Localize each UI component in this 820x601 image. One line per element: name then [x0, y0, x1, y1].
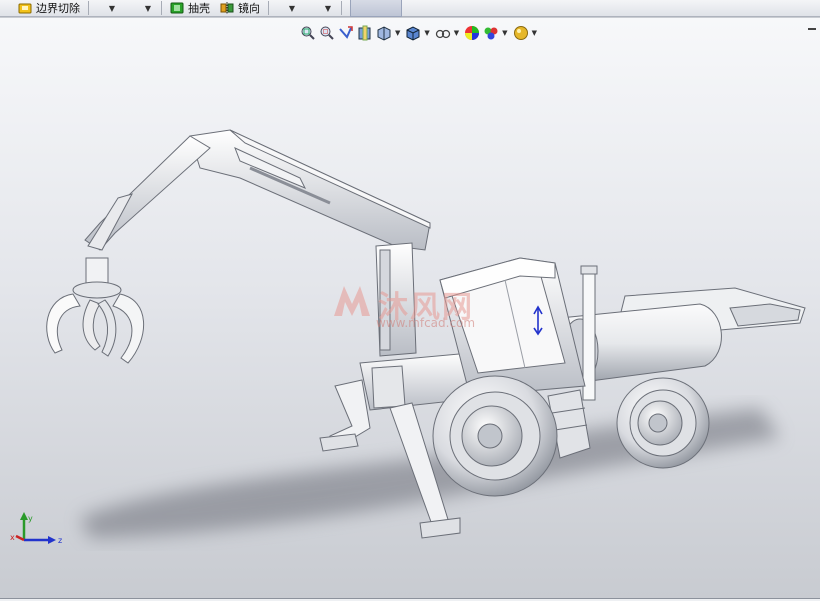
mirror-icon [220, 2, 234, 14]
chevron-down-icon[interactable]: ▼ [323, 4, 333, 13]
chevron-down-icon[interactable]: ▼ [287, 4, 297, 13]
chevron-down-icon[interactable]: ▼ [143, 4, 153, 13]
triad-z-label: z [58, 536, 62, 545]
toolbar-left-fragment [0, 0, 18, 17]
shell-label: 抽壳 [188, 2, 210, 15]
log-grapple [46, 257, 145, 364]
watermark-url: www.mfcad.com [376, 316, 476, 330]
watermark-logo-icon [334, 286, 370, 316]
shell-button[interactable]: 抽壳 [170, 0, 210, 17]
mirror-label: 镜向 [238, 2, 260, 15]
mirror-button[interactable]: 镜向 [220, 0, 260, 17]
watermark: 沐风网 www.mfcad.com [330, 280, 500, 340]
triad-y-label: y [28, 514, 33, 523]
boundary-cut-icon [18, 3, 32, 14]
reference-triad: y z x [10, 512, 62, 545]
front-wheel [432, 375, 558, 497]
chevron-down-icon[interactable]: ▼ [107, 4, 117, 13]
active-toolbar-tab[interactable] [350, 0, 402, 17]
command-toolbar: 边界切除 ▼ ▼ 抽壳 镜向 ▼ ▼ [0, 0, 820, 17]
rear-wheel [616, 377, 710, 469]
toolbar-separator [341, 1, 342, 15]
toolbar-separator [268, 1, 269, 15]
graphics-area[interactable]: ▼ ▼ ▼ ▼ ▼ 沐风网 www.mfcad.com y z x [0, 18, 820, 598]
boundary-cut-button[interactable]: 边界切除 [18, 0, 80, 17]
triad-x-label: x [10, 533, 15, 542]
toolbar-separator [88, 1, 89, 15]
boundary-cut-label: 边界切除 [36, 2, 80, 15]
toolbar-separator [161, 1, 162, 15]
shell-icon [170, 2, 184, 14]
